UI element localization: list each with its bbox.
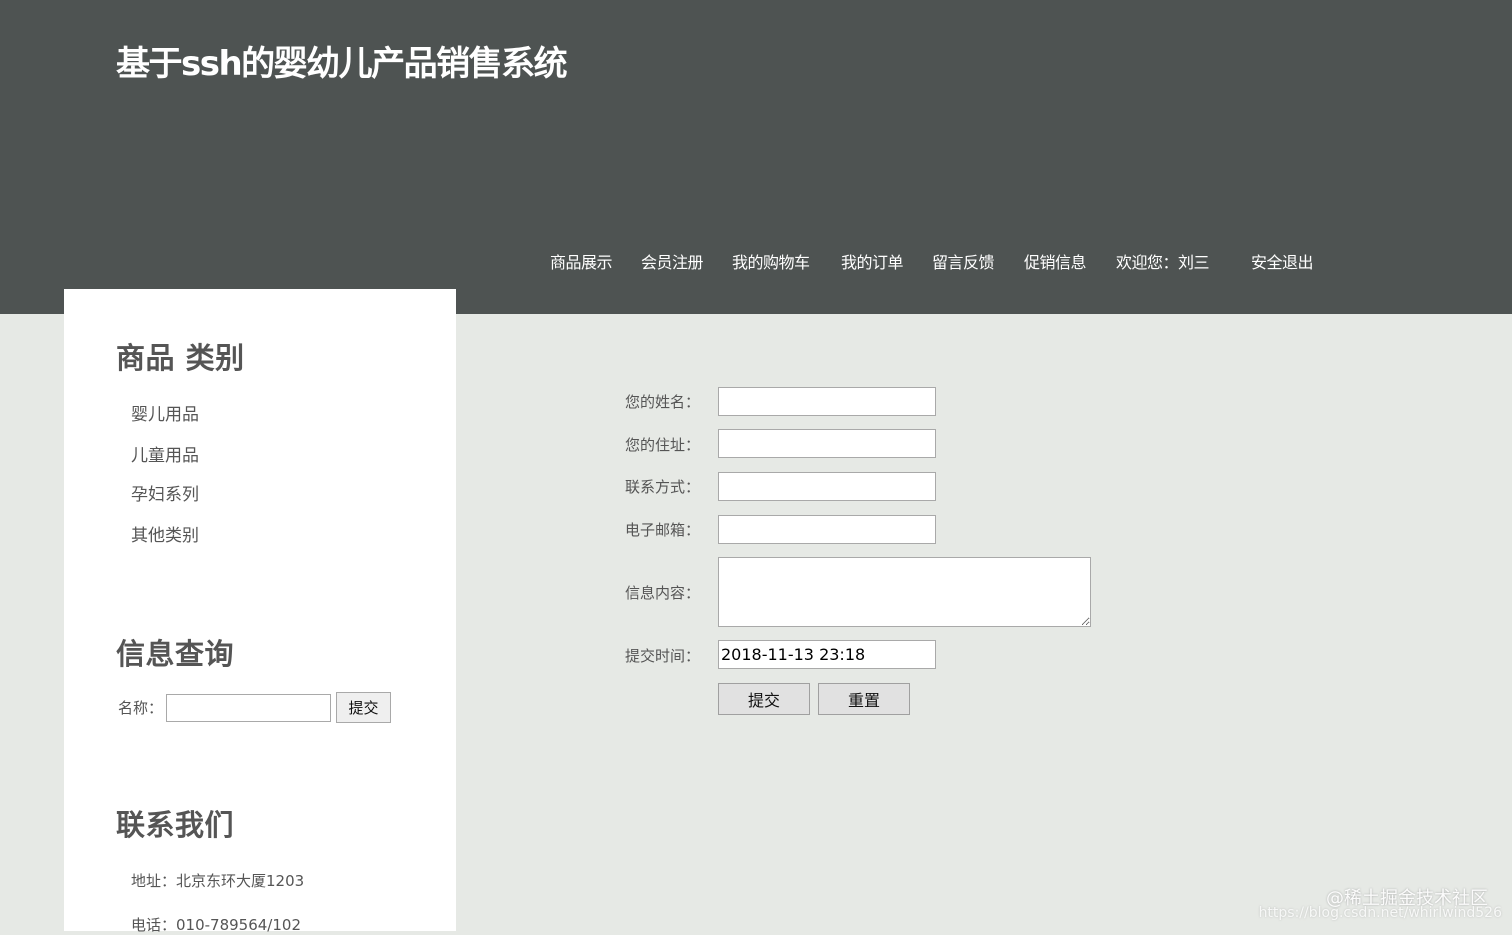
nav-logout[interactable]: 安全退出: [1251, 251, 1314, 275]
name-input[interactable]: [718, 387, 936, 416]
nav-my-cart[interactable]: 我的购物车: [732, 251, 810, 275]
contact-input[interactable]: [718, 472, 936, 501]
query-heading: 信息查询: [116, 637, 235, 671]
address-input[interactable]: [718, 429, 936, 458]
nav-member-register[interactable]: 会员注册: [641, 251, 704, 275]
contact-address: 地址：北京东环大厦1203: [131, 872, 305, 890]
category-item-maternity[interactable]: 孕妇系列: [131, 480, 199, 505]
site-header: 基于ssh的婴幼儿产品销售系统 商品展示 会员注册 我的购物车 我的订单 留言反…: [0, 0, 1512, 314]
nav-my-orders[interactable]: 我的订单: [841, 251, 904, 275]
content-label: 信息内容：: [624, 584, 700, 602]
time-label: 提交时间：: [624, 647, 700, 665]
address-label: 您的住址：: [624, 436, 700, 454]
nav-promotions[interactable]: 促销信息: [1024, 251, 1087, 275]
contact-heading: 联系我们: [116, 808, 235, 842]
query-name-label: 名称：: [118, 699, 164, 717]
email-input[interactable]: [718, 515, 936, 544]
site-title: 基于ssh的婴幼儿产品销售系统: [116, 44, 568, 84]
category-item-baby[interactable]: 婴儿用品: [131, 400, 199, 425]
categories-heading: 商品 类别: [116, 341, 245, 375]
watermark-url: https://blog.csdn.net/whirlwind526: [1258, 905, 1502, 921]
contact-phone: 电话：010-789564/102: [131, 916, 301, 934]
category-item-other[interactable]: 其他类别: [131, 521, 199, 546]
nav-welcome-user: 欢迎您：刘三: [1116, 253, 1210, 272]
nav-product-display[interactable]: 商品展示: [550, 251, 613, 275]
query-name-input[interactable]: [166, 694, 331, 722]
time-input[interactable]: [718, 640, 936, 669]
category-item-children[interactable]: 儿童用品: [131, 441, 199, 466]
form-submit-button[interactable]: 提交: [718, 683, 810, 715]
form-reset-button[interactable]: 重置: [818, 683, 910, 715]
contact-label: 联系方式：: [624, 478, 700, 496]
content-textarea[interactable]: [718, 557, 1091, 627]
name-label: 您的姓名：: [624, 393, 700, 411]
nav-feedback[interactable]: 留言反馈: [932, 251, 995, 275]
email-label: 电子邮箱：: [624, 521, 700, 539]
sidebar: 商品 类别 婴儿用品 儿童用品 孕妇系列 其他类别 信息查询 名称： 提交 联系…: [64, 289, 456, 934]
query-submit-button[interactable]: 提交: [336, 692, 391, 723]
main-nav: 商品展示 会员注册 我的购物车 我的订单 留言反馈 促销信息 欢迎您：刘三 安全…: [0, 251, 1512, 275]
